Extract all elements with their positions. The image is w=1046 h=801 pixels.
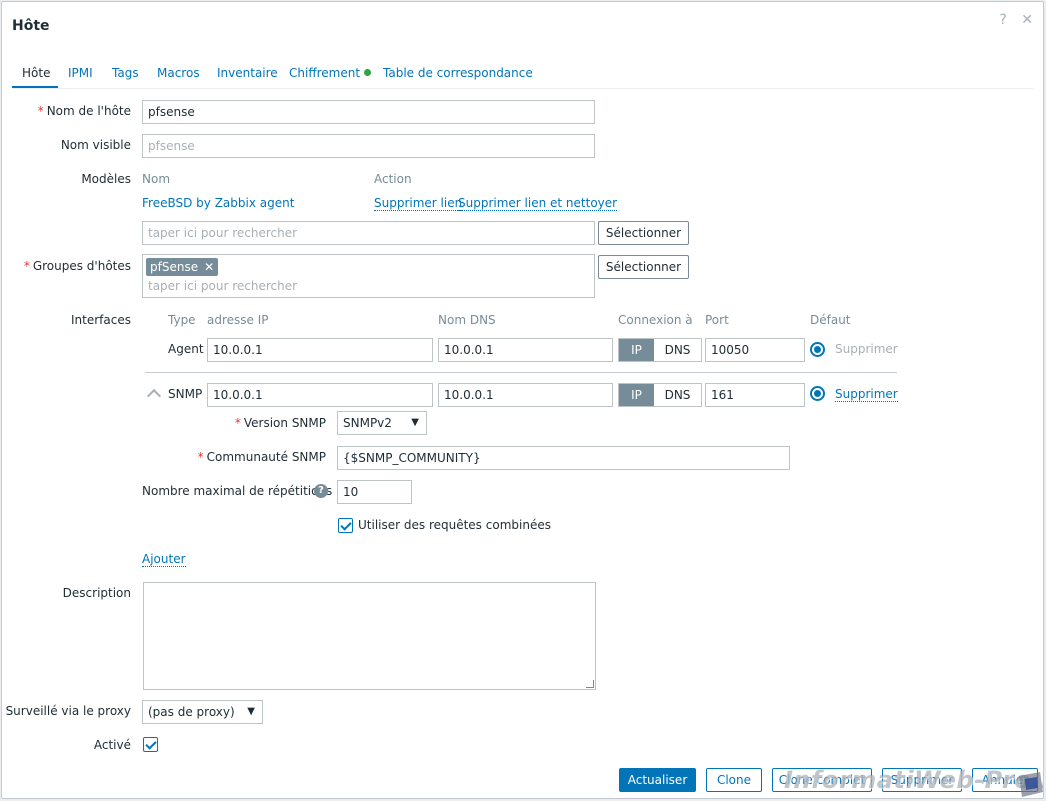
- iface-agent-port-input[interactable]: 10050: [705, 338, 805, 362]
- chevron-down-icon: ▼: [247, 706, 255, 717]
- watermark: InformatiWeb-Pro.net: [784, 766, 1043, 794]
- snmp-community-input[interactable]: {$SNMP_COMMUNITY}: [337, 446, 790, 470]
- iface-snmp-connect-toggle: IP DNS: [618, 383, 702, 407]
- iface-agent-dns-input[interactable]: 10.0.0.1: [438, 338, 613, 362]
- visible-name-input[interactable]: pfsense: [142, 134, 595, 158]
- active-tab-indicator: [12, 86, 58, 88]
- iface-agent-dns-option[interactable]: DNS: [654, 339, 701, 361]
- proxy-label: Surveillé via le proxy: [5, 704, 131, 718]
- required-mark: *: [23, 259, 30, 273]
- host-groups-label: * Groupes d'hôtes: [24, 259, 131, 273]
- snmp-max-rep-label: Nombre maximal de répétitions: [142, 484, 333, 498]
- tab-ipmi[interactable]: IPMI: [68, 66, 93, 80]
- required-mark: *: [197, 450, 204, 464]
- chevron-down-icon: ▼: [411, 417, 419, 428]
- iface-col-ip: adresse IP: [207, 313, 269, 327]
- tab-encryption[interactable]: Chiffrement: [289, 66, 372, 80]
- iface-col-default: Défaut: [810, 313, 851, 327]
- template-unlink-link[interactable]: Supprimer lien: [374, 196, 463, 211]
- proxy-select[interactable]: (pas de proxy) ▼: [142, 700, 263, 724]
- host-groups-select-button[interactable]: Sélectionner: [598, 255, 689, 279]
- snmp-bulk-label: Utiliser des requêtes combinées: [358, 518, 551, 532]
- snmp-version-value: SNMPv2: [343, 416, 392, 430]
- snmp-community-label-text: Communauté SNMP: [206, 450, 326, 464]
- iface-snmp-ip-input[interactable]: 10.0.0.1: [207, 383, 433, 407]
- proxy-value: (pas de proxy): [148, 705, 235, 719]
- iface-agent-connect-toggle: IP DNS: [618, 338, 702, 362]
- tab-host[interactable]: Hôte: [22, 66, 50, 80]
- required-mark: *: [234, 416, 241, 430]
- tab-inventory[interactable]: Inventaire: [217, 66, 278, 80]
- iface-snmp-dns-input[interactable]: 10.0.0.1: [438, 383, 613, 407]
- host-name-label: * Nom de l'hôte: [38, 104, 131, 118]
- add-interface-link[interactable]: Ajouter: [142, 552, 186, 567]
- iface-snmp-port-input[interactable]: 161: [705, 383, 805, 407]
- snmp-max-rep-input[interactable]: 10: [337, 480, 412, 504]
- enabled-label: Activé: [93, 738, 131, 752]
- snmp-version-label: * Version SNMP: [235, 416, 326, 430]
- iface-agent-remove-disabled: Supprimer: [835, 342, 898, 356]
- iface-agent-ip-option[interactable]: IP: [619, 339, 654, 361]
- tab-value-mapping[interactable]: Table de correspondance: [383, 66, 533, 80]
- iface-agent-default-radio[interactable]: [810, 342, 825, 357]
- enabled-checkbox[interactable]: [143, 737, 158, 752]
- close-icon[interactable]: ✕: [1021, 12, 1033, 28]
- iface-col-connect: Connexion à: [618, 313, 693, 327]
- template-search-input[interactable]: taper ici pour rechercher: [142, 221, 595, 245]
- iface-snmp-dns-option[interactable]: DNS: [654, 384, 701, 406]
- iface-col-dns: Nom DNS: [438, 313, 496, 327]
- clone-button[interactable]: Clone: [706, 768, 762, 792]
- dialog-title: Hôte: [12, 18, 50, 34]
- help-icon[interactable]: ?: [314, 484, 328, 498]
- tab-encryption-label: Chiffrement: [289, 66, 361, 80]
- description-textarea[interactable]: [143, 582, 596, 690]
- snmp-bulk-checkbox[interactable]: [338, 518, 353, 533]
- snmp-community-label: * Communauté SNMP: [198, 450, 326, 464]
- help-icon[interactable]: ?: [999, 12, 1006, 28]
- status-ok-dot-icon: [364, 69, 372, 76]
- template-unlink-clear-link[interactable]: Supprimer lien et nettoyer: [458, 196, 618, 211]
- visible-name-label: Nom visible: [60, 138, 131, 152]
- host-name-label-text: Nom de l'hôte: [46, 104, 131, 118]
- description-label: Description: [62, 586, 131, 600]
- tab-tags[interactable]: Tags: [112, 66, 139, 80]
- host-group-chip: pfSense ✕: [146, 258, 219, 276]
- template-link-freebsd[interactable]: FreeBSD by Zabbix agent: [142, 196, 294, 210]
- iface-snmp-remove-link[interactable]: Supprimer: [835, 387, 898, 402]
- dialog-header-icons: ? ✕: [989, 12, 1033, 28]
- iface-col-type: Type: [168, 313, 196, 327]
- iface-agent-type: Agent: [168, 342, 204, 356]
- snmp-version-select[interactable]: SNMPv2 ▼: [337, 411, 427, 435]
- iface-snmp-default-radio[interactable]: [810, 386, 825, 401]
- resize-handle-icon[interactable]: [586, 680, 594, 688]
- host-groups-label-text: Groupes d'hôtes: [32, 259, 131, 273]
- host-dialog: Hôte ? ✕ Hôte IPMI Tags Macros Inventair…: [1, 1, 1044, 799]
- update-button[interactable]: Actualiser: [619, 768, 696, 792]
- interfaces-label: Interfaces: [71, 313, 131, 327]
- host-group-chip-label: pfSense: [150, 260, 199, 274]
- remove-chip-icon[interactable]: ✕: [204, 260, 214, 274]
- iface-separator: [145, 372, 897, 373]
- tab-macros[interactable]: Macros: [157, 66, 200, 80]
- tab-bar: Hôte IPMI Tags Macros Inventaire Chiffre…: [12, 62, 1033, 89]
- iface-snmp-type: SNMP: [168, 387, 203, 401]
- iface-snmp-ip-option[interactable]: IP: [619, 384, 654, 406]
- templates-label: Modèles: [81, 172, 131, 186]
- templates-col-name: Nom: [142, 172, 171, 186]
- host-groups-search-placeholder: taper ici pour rechercher: [148, 279, 298, 293]
- iface-agent-ip-input[interactable]: 10.0.0.1: [207, 338, 433, 362]
- host-name-input[interactable]: pfsense: [142, 100, 595, 124]
- templates-col-action: Action: [374, 172, 412, 186]
- collapse-chevron-up-icon[interactable]: [146, 388, 162, 404]
- template-select-button[interactable]: Sélectionner: [598, 221, 689, 245]
- required-mark: *: [37, 104, 44, 118]
- iface-col-port: Port: [705, 313, 729, 327]
- snmp-version-label-text: Version SNMP: [243, 416, 326, 430]
- watermark-logo-icon: [1019, 772, 1043, 797]
